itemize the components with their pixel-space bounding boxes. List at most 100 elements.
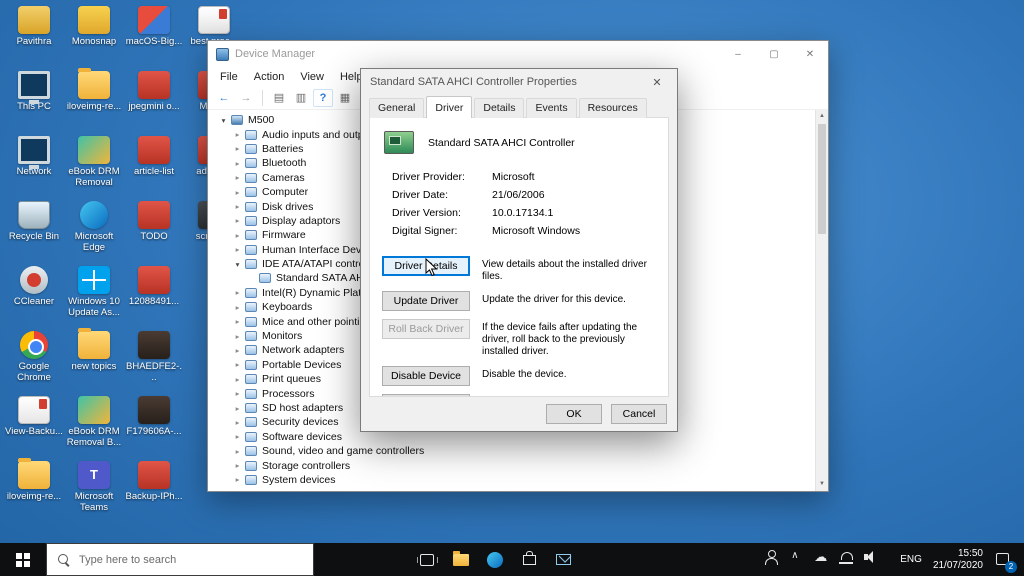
tree-expand-icon[interactable]: ▸ xyxy=(232,317,243,326)
desktop-icon-backup-iph[interactable]: Backup-IPh... xyxy=(125,459,183,524)
tab-details[interactable]: Details xyxy=(474,98,525,118)
desktop-icon-macos-big[interactable]: macOS-Big... xyxy=(125,4,183,69)
tree-expand-icon[interactable]: ▸ xyxy=(232,389,243,398)
tree-expand-icon[interactable]: ▾ xyxy=(232,260,243,269)
tree-expand-icon[interactable]: ▸ xyxy=(232,432,243,441)
desktop-icon-iloveimg-re[interactable]: iloveimg-re... xyxy=(5,458,63,524)
ok-button[interactable]: OK xyxy=(546,404,602,424)
menu-file[interactable]: File xyxy=(212,71,246,83)
desktop-icon-google-chrome[interactable]: Google Chrome xyxy=(5,329,63,394)
network-icon[interactable] xyxy=(839,550,854,564)
close-icon[interactable] xyxy=(792,41,828,67)
tree-expand-icon[interactable]: ▸ xyxy=(232,231,243,240)
cancel-button[interactable]: Cancel xyxy=(611,404,667,424)
desktop-icon-microsoft-teams[interactable]: Microsoft Teams xyxy=(65,459,123,524)
tree-expand-icon[interactable]: ▸ xyxy=(232,346,243,355)
chevron-up-icon[interactable] xyxy=(789,550,803,564)
tree-expand-icon[interactable]: ▸ xyxy=(232,173,243,182)
tree-expand-icon[interactable]: ▸ xyxy=(232,159,243,168)
tree-expand-icon[interactable]: ▸ xyxy=(232,245,243,254)
menu-view[interactable]: View xyxy=(292,71,332,83)
desktop-icon-recycle-bin[interactable]: Recycle Bin xyxy=(5,199,63,264)
update-driver-button[interactable]: Update Driver xyxy=(382,291,470,311)
action-center-button[interactable]: 2 xyxy=(994,550,1017,573)
scroll-down-icon[interactable]: ▼ xyxy=(816,478,828,491)
edge-taskbar-button[interactable] xyxy=(478,543,512,576)
tree-expand-icon[interactable]: ▸ xyxy=(232,144,243,153)
language-indicator[interactable]: ENG xyxy=(900,554,922,565)
tree-item[interactable]: ▸ Sound, video and game controllers xyxy=(216,444,814,458)
start-button[interactable] xyxy=(0,543,46,576)
device-manager-titlebar[interactable]: Device Manager xyxy=(208,41,828,67)
tree-item[interactable]: ▸ System devices xyxy=(216,473,814,487)
desktop-icon-iloveimg-re[interactable]: iloveimg-re... xyxy=(65,68,123,134)
scroll-thumb[interactable] xyxy=(818,124,826,234)
tree-expand-icon[interactable]: ▸ xyxy=(232,288,243,297)
tree-expand-icon[interactable]: ▸ xyxy=(232,188,243,197)
disable-device-button[interactable]: Disable Device xyxy=(382,366,470,386)
task-view-taskbar-button[interactable] xyxy=(410,543,444,576)
tree-item-label: Print queues xyxy=(262,373,321,386)
desktop-icon-windows-10-update-as[interactable]: Windows 10 Update As... xyxy=(65,264,123,329)
roll-back-driver-button[interactable]: Roll Back Driver xyxy=(382,319,470,339)
mail-taskbar-button[interactable] xyxy=(546,543,580,576)
console-icon[interactable]: ▤ xyxy=(269,89,289,107)
tree-item-label: Sound, video and game controllers xyxy=(262,445,425,458)
desktop-icon-article-list[interactable]: article-list xyxy=(125,134,183,199)
desktop-icon-f179606a[interactable]: F179606A-... xyxy=(125,394,183,459)
tree-expand-icon[interactable]: ▾ xyxy=(218,116,229,125)
volume-icon[interactable] xyxy=(864,550,878,564)
forward-icon[interactable]: → xyxy=(236,89,256,107)
tab-general[interactable]: General xyxy=(369,98,425,118)
cloud-icon[interactable] xyxy=(814,549,828,565)
desktop-icon-12088491[interactable]: 12088491... xyxy=(125,264,183,329)
menu-action[interactable]: Action xyxy=(246,71,293,83)
tree-expand-icon[interactable]: ▸ xyxy=(232,447,243,456)
tab-driver[interactable]: Driver xyxy=(426,96,473,118)
tree-expand-icon[interactable]: ▸ xyxy=(232,404,243,413)
tree-expand-icon[interactable]: ▸ xyxy=(232,130,243,139)
tree-item[interactable]: ▸ Storage controllers xyxy=(216,458,814,472)
minimize-icon[interactable] xyxy=(720,41,756,67)
maximize-icon[interactable] xyxy=(756,41,792,67)
tree-expand-icon[interactable]: ▸ xyxy=(232,360,243,369)
properties-icon[interactable]: ▦ xyxy=(335,89,355,107)
tree-expand-icon[interactable]: ▸ xyxy=(232,418,243,427)
tree-expand-icon[interactable]: ▸ xyxy=(232,475,243,484)
people-icon[interactable] xyxy=(764,550,779,565)
list-icon[interactable]: ▥ xyxy=(291,89,311,107)
desktop-icon-network[interactable]: Network xyxy=(5,134,63,199)
tree-expand-icon[interactable]: ▸ xyxy=(232,332,243,341)
desktop-icon-ebook-drm-removal[interactable]: eBook DRM Removal xyxy=(65,134,123,199)
help-icon[interactable]: ? xyxy=(313,88,333,107)
desktop-icon-todo[interactable]: TODO xyxy=(125,199,183,264)
taskbar-search-input[interactable]: Type here to search xyxy=(46,543,314,576)
tree-expand-icon[interactable]: ▸ xyxy=(232,375,243,384)
desktop-icon-bhaedfe2[interactable]: BHAEDFE2-... xyxy=(125,329,183,394)
driver-tab-page: Standard SATA AHCI Controller Driver Pro… xyxy=(369,117,669,397)
desktop-icon-view-backu[interactable]: View-Backu... xyxy=(5,394,63,459)
uninstall-device-button[interactable]: Uninstall Device xyxy=(382,394,470,396)
desktop-icon-monosnap[interactable]: Monosnap xyxy=(65,4,123,69)
desktop-icon-jpegmini-o[interactable]: jpegmini o... xyxy=(125,69,183,134)
dialog-titlebar[interactable]: Standard SATA AHCI Controller Properties xyxy=(361,69,677,95)
back-icon[interactable]: ← xyxy=(214,89,234,107)
file-explorer-taskbar-button[interactable] xyxy=(444,543,478,576)
desktop-icon-microsoft-edge[interactable]: Microsoft Edge xyxy=(65,199,123,264)
desktop-icon-ebook-drm-removal-b[interactable]: eBook DRM Removal B... xyxy=(65,394,123,459)
tree-expand-icon[interactable]: ▸ xyxy=(232,216,243,225)
tree-scrollbar[interactable]: ▲ ▼ xyxy=(815,110,828,491)
tree-expand-icon[interactable]: ▸ xyxy=(232,303,243,312)
tab-resources[interactable]: Resources xyxy=(578,98,647,118)
scroll-up-icon[interactable]: ▲ xyxy=(816,110,828,123)
tree-expand-icon[interactable]: ▸ xyxy=(232,461,243,470)
taskbar-clock[interactable]: 15:50 21/07/2020 xyxy=(933,548,983,571)
desktop-icon-ccleaner[interactable]: CCleaner xyxy=(5,264,63,329)
tab-events[interactable]: Events xyxy=(526,98,577,118)
store-taskbar-button[interactable] xyxy=(512,543,546,576)
desktop-icon-this-pc[interactable]: This PC xyxy=(5,69,63,134)
desktop-icon-pavithra[interactable]: Pavithra xyxy=(5,4,63,69)
tree-expand-icon[interactable]: ▸ xyxy=(232,202,243,211)
desktop-icon-new-topics[interactable]: new topics xyxy=(65,328,123,394)
dialog-close-icon[interactable] xyxy=(637,69,677,95)
